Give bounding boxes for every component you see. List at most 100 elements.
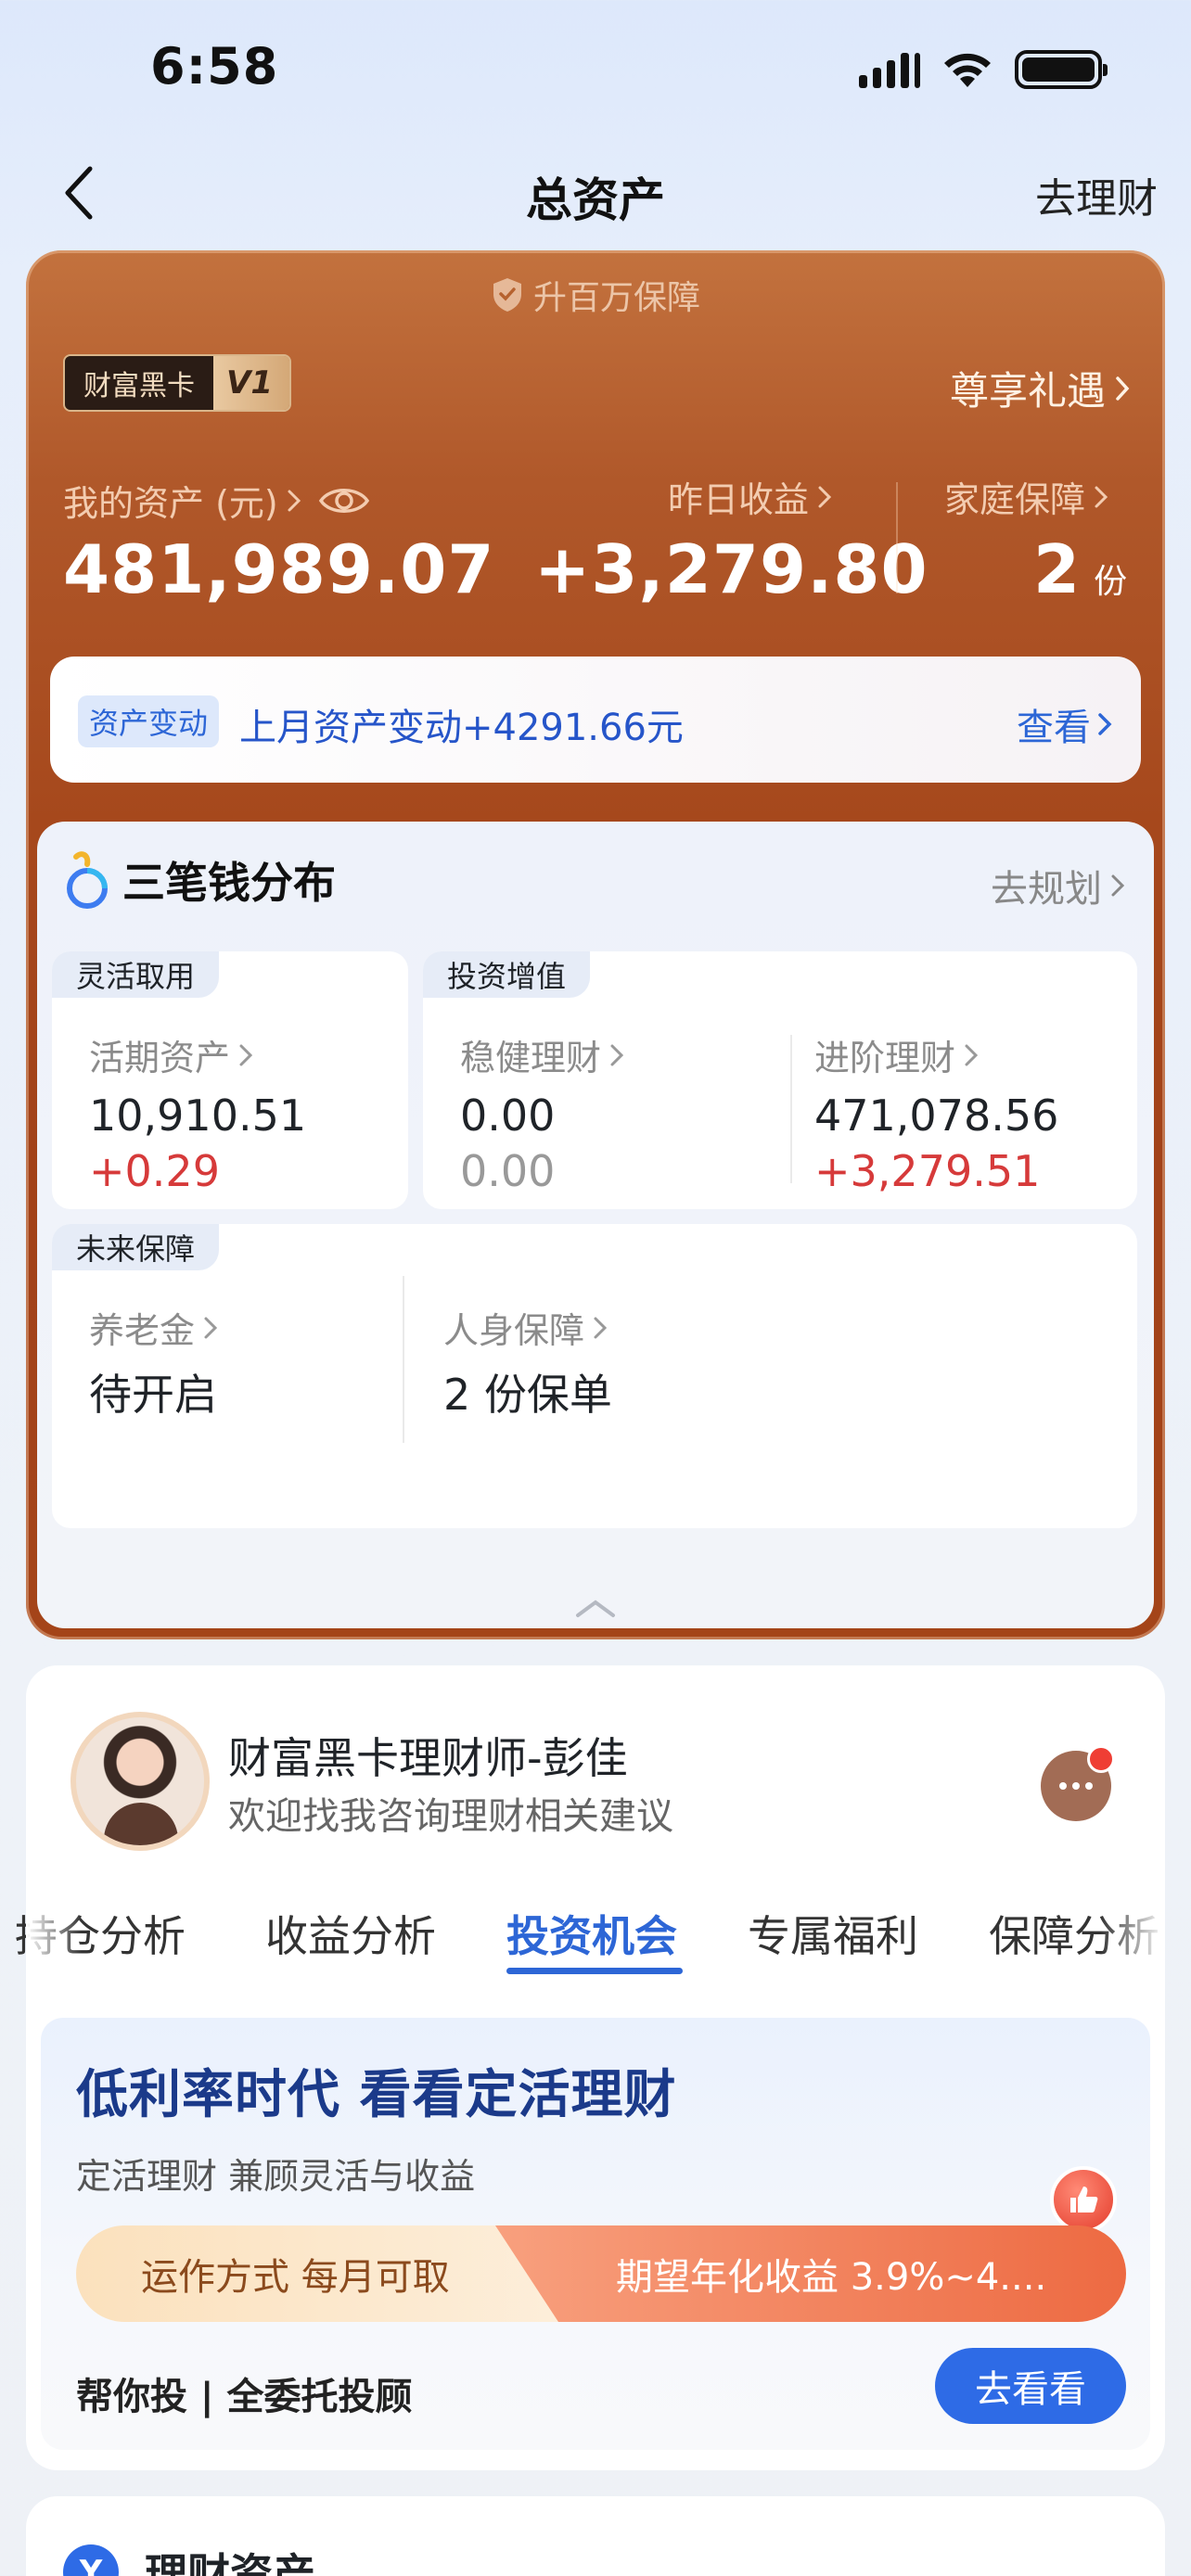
three-funds-title: 三笔钱分布 xyxy=(122,858,336,908)
flexible-funds-tag: 灵活取用 xyxy=(52,951,220,998)
plan-link-label: 去规划 xyxy=(991,868,1102,911)
flexible-funds-card: 灵活取用 活期资产 10,910.51 +0.29 xyxy=(52,951,408,1209)
asset-change-tag: 资产变动 xyxy=(78,695,220,747)
chevron-up-icon xyxy=(576,1600,615,1617)
cellular-signal-icon xyxy=(859,51,920,88)
future-divider xyxy=(403,1276,404,1443)
tab-investment-opportunity[interactable]: 投资机会 xyxy=(506,1903,677,1964)
chevron-right-icon xyxy=(818,486,832,507)
personal-protection-label[interactable]: 人身保障 xyxy=(443,1302,608,1353)
advanced-wealth-label-text: 进阶理财 xyxy=(814,1038,956,1078)
future-protection-tag: 未来保障 xyxy=(52,1224,220,1270)
three-funds-header: 三笔钱分布 xyxy=(63,848,336,912)
chevron-right-icon xyxy=(239,1044,253,1065)
promo-title: 低利率时代 看看定活理财 xyxy=(76,2065,677,2125)
family-protection-count: 2 xyxy=(1033,530,1082,608)
personal-protection-label-text: 人身保障 xyxy=(443,1310,585,1351)
wealth-assets-card[interactable]: Y 理财资产 xyxy=(26,2496,1165,2576)
asset-change-text: 上月资产变动+4291.66元 xyxy=(239,707,684,749)
asset-card: 升百万保障 财富黑卡 V1 尊享礼遇 我的资产 (元) 481,989.07 昨… xyxy=(26,250,1165,1639)
status-icons xyxy=(859,50,1108,89)
tab-exclusive-benefits[interactable]: 专属福利 xyxy=(748,1903,918,1964)
active-tab-indicator xyxy=(506,1968,683,1974)
family-protection-value: 2份 xyxy=(1033,530,1128,608)
family-protection-label-text: 家庭保障 xyxy=(944,479,1086,520)
steady-wealth-gain: 0.00 xyxy=(460,1146,556,1196)
nav-bar: 总资产 去理财 xyxy=(0,139,1191,247)
wifi-icon xyxy=(944,53,991,87)
three-funds-panel: 三笔钱分布 去规划 灵活取用 活期资产 10,910.51 +0.29 投资增值… xyxy=(37,822,1154,1628)
privilege-link-label: 尊享礼遇 xyxy=(949,368,1106,414)
pension-label[interactable]: 养老金 xyxy=(89,1302,219,1353)
stat-divider xyxy=(896,482,898,593)
my-assets-label-text: 我的资产 (元) xyxy=(63,483,278,524)
current-assets-value: 10,910.51 xyxy=(89,1090,307,1141)
upgrade-tip[interactable]: 升百万保障 xyxy=(26,271,1165,319)
advisor-avatar[interactable] xyxy=(70,1712,210,1851)
view-change-link[interactable]: 查看 xyxy=(1017,697,1113,751)
go-wealth-link[interactable]: 去理财 xyxy=(1035,165,1158,224)
my-assets-label[interactable]: 我的资产 (元) xyxy=(63,475,371,526)
chevron-right-icon xyxy=(1098,713,1112,735)
chevron-right-icon xyxy=(594,1317,608,1338)
eye-icon[interactable] xyxy=(317,482,371,519)
promo-footer: 帮你投 | 全委托投顾 xyxy=(76,2376,413,2418)
vip-badge-name: 财富黑卡 xyxy=(65,356,213,410)
investment-divider xyxy=(790,1035,792,1183)
wealth-assets-icon: Y xyxy=(63,2544,119,2576)
pension-value: 待开启 xyxy=(89,1370,217,1420)
asset-change-bar[interactable]: 资产变动 上月资产变动+4291.66元 查看 xyxy=(50,657,1141,783)
chevron-right-icon xyxy=(1095,486,1108,507)
thumbs-up-icon xyxy=(1050,2166,1117,2233)
current-assets-label-text: 活期资产 xyxy=(89,1038,231,1078)
avatar-body xyxy=(104,1803,178,1845)
unread-dot-icon xyxy=(1087,1745,1115,1773)
chevron-right-icon xyxy=(965,1044,979,1065)
chevron-right-icon xyxy=(1116,376,1130,401)
promo-card[interactable]: 低利率时代 看看定活理财 定活理财 兼顾灵活与收益 运作方式 每月可取 期望年化… xyxy=(41,2018,1150,2450)
yesterday-income-value: +3,279.80 xyxy=(534,530,928,608)
yesterday-income-label[interactable]: 昨日收益 xyxy=(668,471,833,522)
view-change-label: 查看 xyxy=(1017,707,1091,749)
advanced-wealth-label[interactable]: 进阶理财 xyxy=(814,1029,980,1080)
chevron-right-icon xyxy=(1111,874,1125,897)
shield-check-icon xyxy=(493,278,521,312)
chevron-right-icon xyxy=(288,490,301,511)
investment-funds-card: 投资增值 稳健理财 0.00 0.00 进阶理财 471,078.56 +3,2… xyxy=(423,951,1137,1209)
chevron-right-icon xyxy=(204,1317,218,1338)
family-protection-unit: 份 xyxy=(1094,563,1129,601)
wealth-assets-title: 理财资产 xyxy=(145,2549,315,2576)
three-funds-logo-icon xyxy=(67,851,108,909)
current-assets-gain: +0.29 xyxy=(89,1146,220,1196)
family-protection-label[interactable]: 家庭保障 xyxy=(944,471,1109,522)
privilege-link[interactable]: 尊享礼遇 xyxy=(950,360,1132,416)
advanced-wealth-value: 471,078.56 xyxy=(814,1090,1059,1141)
advisor-card: 财富黑卡理财师-彭佳 欢迎找我咨询理财相关建议 持仓分析 收益分析 投资机会 专… xyxy=(15,1665,1165,2470)
collapse-button[interactable] xyxy=(37,1597,1154,1619)
advisor-name: 财富黑卡理财师-彭佳 xyxy=(228,1733,628,1783)
advisor-desc: 欢迎找我咨询理财相关建议 xyxy=(228,1795,673,1838)
steady-wealth-label-text: 稳健理财 xyxy=(460,1038,602,1078)
vip-badge-level: V1 xyxy=(213,356,289,410)
advanced-wealth-gain: +3,279.51 xyxy=(814,1146,1041,1196)
investment-funds-tag: 投资增值 xyxy=(423,951,591,998)
chat-button[interactable] xyxy=(1041,1745,1115,1821)
page-title: 总资产 xyxy=(526,173,665,227)
pension-label-text: 养老金 xyxy=(89,1310,196,1351)
personal-protection-value: 2 份保单 xyxy=(443,1370,612,1420)
vip-badge: 财富黑卡 V1 xyxy=(63,354,291,412)
upgrade-tip-label: 升百万保障 xyxy=(532,279,700,317)
plan-link[interactable]: 去规划 xyxy=(991,859,1126,912)
tab-income-analysis[interactable]: 收益分析 xyxy=(265,1903,436,1964)
status-bar: 6:58 xyxy=(0,0,1191,139)
current-assets-label[interactable]: 活期资产 xyxy=(89,1029,254,1080)
future-protection-card: 未来保障 养老金 待开启 人身保障 2 份保单 xyxy=(52,1224,1137,1528)
yesterday-income-label-text: 昨日收益 xyxy=(668,479,810,520)
status-time: 6:58 xyxy=(150,37,279,96)
view-button[interactable]: 去看看 xyxy=(935,2348,1126,2424)
steady-wealth-label[interactable]: 稳健理财 xyxy=(460,1029,625,1080)
expected-yield-pill: 期望年化收益 3.9%~4.... xyxy=(495,2225,1126,2322)
promo-subtitle: 定活理财 兼顾灵活与收益 xyxy=(76,2156,476,2197)
steady-wealth-value: 0.00 xyxy=(460,1090,556,1141)
battery-icon xyxy=(1015,50,1108,89)
